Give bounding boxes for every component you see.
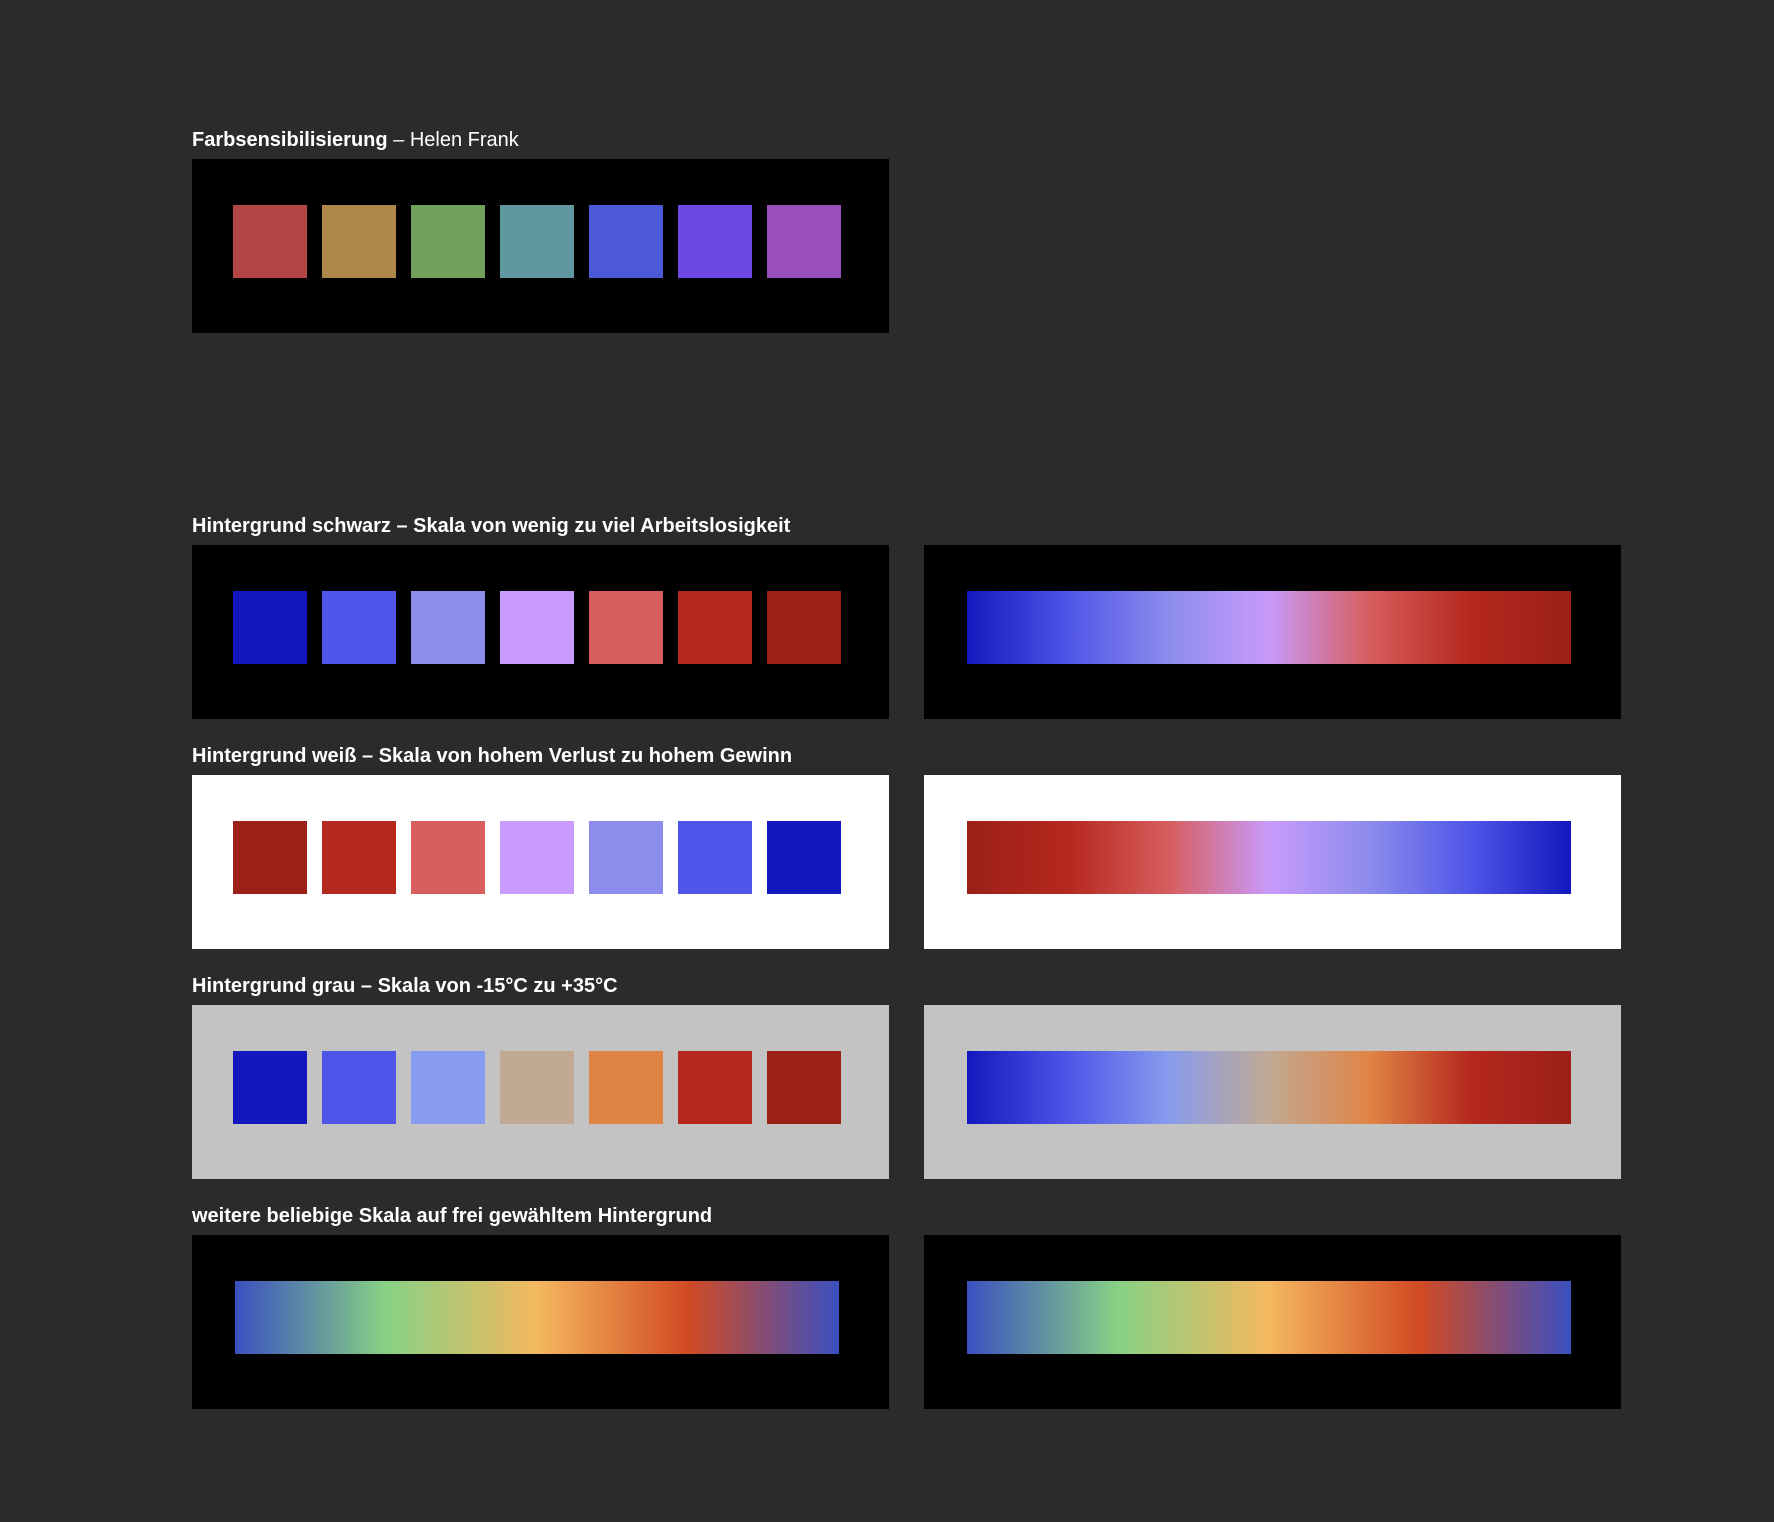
- color-swatch: [411, 821, 485, 894]
- color-swatch: [322, 591, 396, 664]
- panel-grey-swatches: [192, 1005, 889, 1179]
- color-swatch: [411, 591, 485, 664]
- gradient-bar: [967, 1281, 1571, 1354]
- panel-white-gradient: [924, 775, 1621, 949]
- heading-farbsensibilisierung-bold: Farbsensibilisierung: [192, 129, 388, 151]
- panel-white-swatches: [192, 775, 889, 949]
- panel-black-swatches: [192, 545, 889, 719]
- color-swatch: [500, 1051, 574, 1124]
- color-swatch: [500, 821, 574, 894]
- color-swatch: [322, 205, 396, 278]
- heading-farbsensibilisierung-author: – Helen Frank: [387, 129, 519, 151]
- color-swatch: [678, 591, 752, 664]
- color-swatch: [411, 1051, 485, 1124]
- color-swatch: [233, 205, 307, 278]
- color-swatch: [589, 1051, 663, 1124]
- color-swatch: [233, 821, 307, 894]
- heading-hintergrund-grau: Hintergrund grau – Skala von -15°C zu +3…: [192, 975, 618, 997]
- heading-hintergrund-schwarz: Hintergrund schwarz – Skala von wenig zu…: [192, 515, 791, 537]
- panel-sensibilisierung-swatches: [192, 159, 889, 333]
- gradient-bar: [967, 591, 1571, 664]
- color-swatch: [678, 1051, 752, 1124]
- color-swatch: [589, 821, 663, 894]
- color-swatch: [500, 591, 574, 664]
- color-swatch: [767, 1051, 841, 1124]
- panel-free-gradient-left: [192, 1235, 889, 1409]
- color-swatch: [411, 205, 485, 278]
- panel-grey-gradient: [924, 1005, 1621, 1179]
- color-swatch: [767, 205, 841, 278]
- gradient-bar: [967, 821, 1571, 894]
- color-swatch: [678, 205, 752, 278]
- color-swatch: [233, 591, 307, 664]
- heading-hintergrund-weiss: Hintergrund weiß – Skala von hohem Verlu…: [192, 745, 793, 767]
- color-swatch: [589, 205, 663, 278]
- gradient-bar: [235, 1281, 839, 1354]
- color-swatch: [589, 591, 663, 664]
- color-swatch: [678, 821, 752, 894]
- panel-free-gradient-right: [924, 1235, 1621, 1409]
- panel-black-gradient: [924, 545, 1621, 719]
- color-swatch: [322, 821, 396, 894]
- color-swatch: [500, 205, 574, 278]
- gradient-bar: [967, 1051, 1571, 1124]
- heading-farbsensibilisierung: Farbsensibilisierung – Helen Frank: [192, 127, 519, 153]
- color-swatch: [233, 1051, 307, 1124]
- color-swatch: [767, 821, 841, 894]
- heading-weitere-skala: weitere beliebige Skala auf frei gewählt…: [192, 1205, 713, 1227]
- color-swatch: [767, 591, 841, 664]
- color-swatch: [322, 1051, 396, 1124]
